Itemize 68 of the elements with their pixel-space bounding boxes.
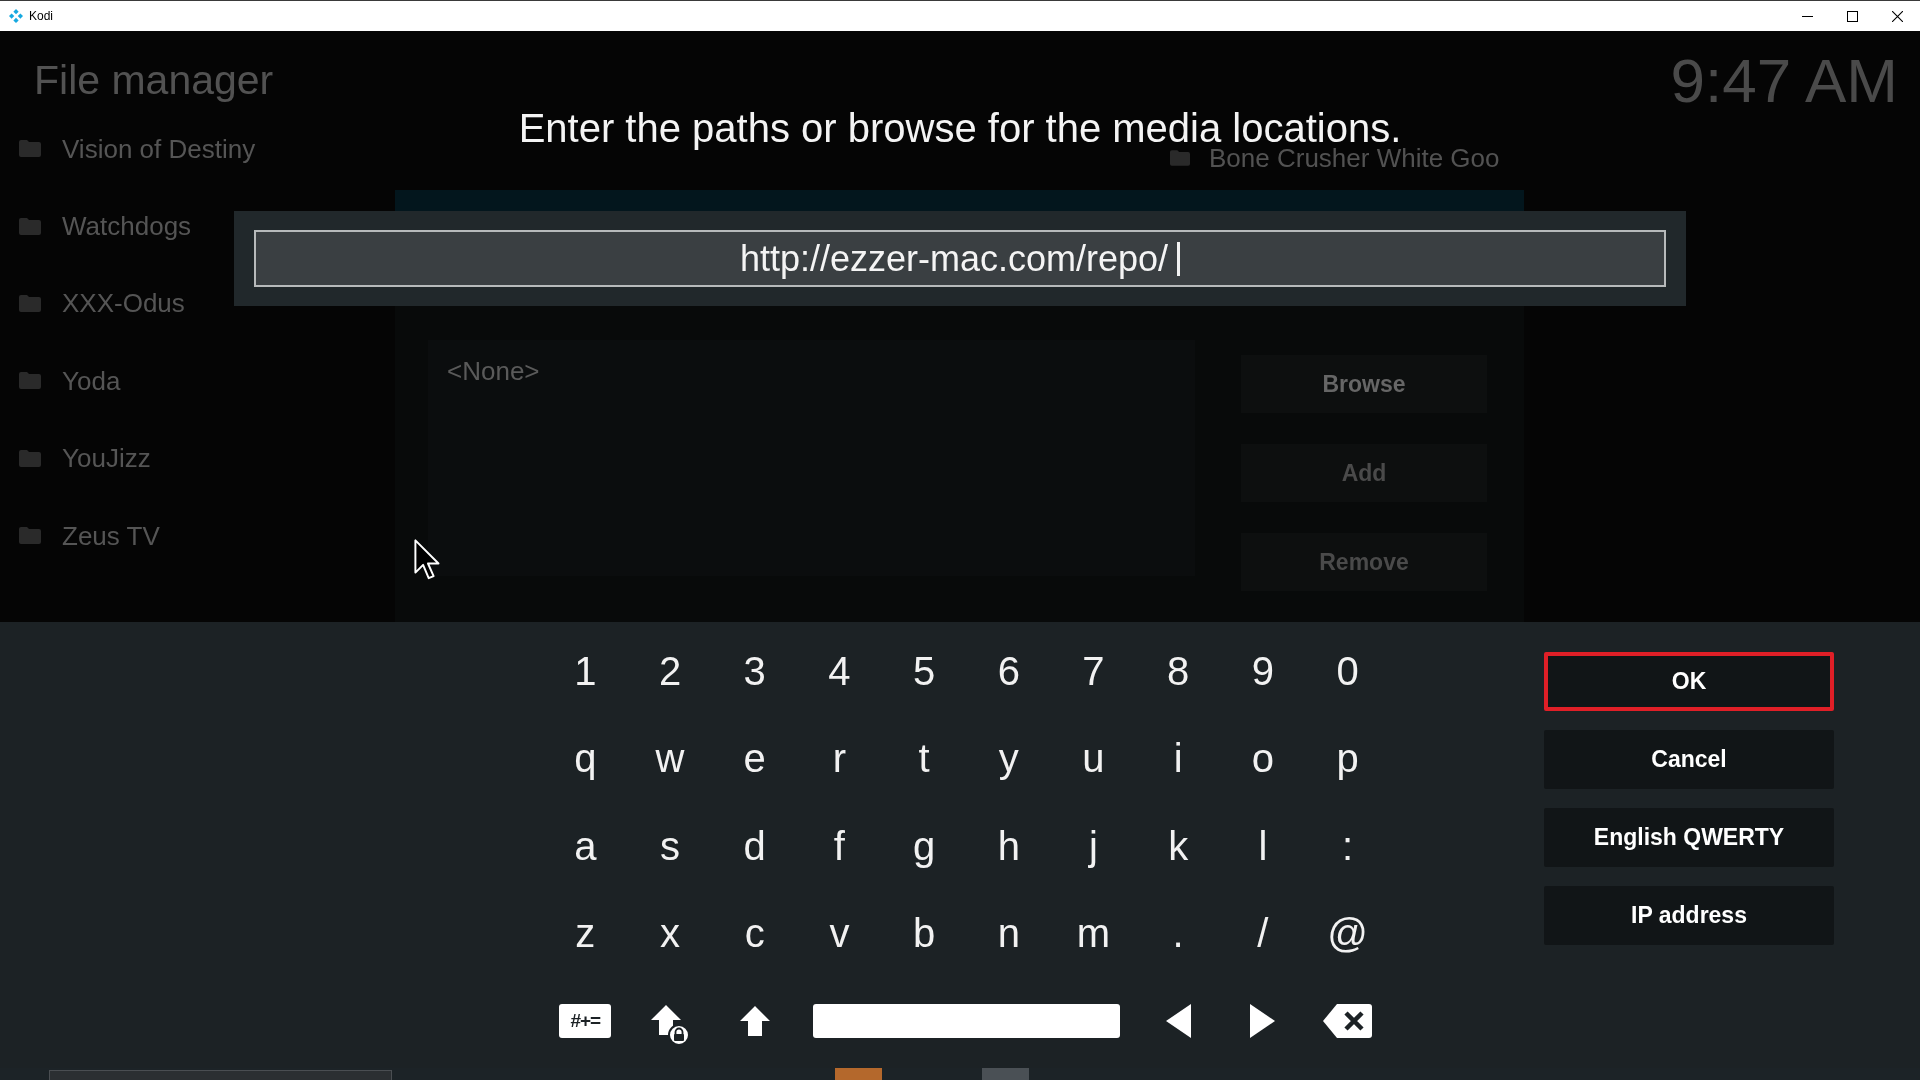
- space-key[interactable]: [812, 1003, 1120, 1038]
- keyboard-key[interactable]: :: [1320, 816, 1375, 875]
- keyboard-key[interactable]: 0: [1320, 641, 1375, 700]
- keyboard-key[interactable]: 2: [643, 641, 698, 700]
- keyboard-key[interactable]: 3: [727, 641, 782, 700]
- dialog-button[interactable]: IP address: [1544, 886, 1834, 945]
- keyboard-key[interactable]: v: [812, 904, 867, 963]
- keyboard-key[interactable]: 9: [1235, 641, 1290, 700]
- keyboard-key[interactable]: a: [558, 816, 613, 875]
- keyboard-key[interactable]: u: [1066, 729, 1121, 788]
- folder-icon: [19, 294, 41, 312]
- keyboard-key[interactable]: y: [981, 729, 1036, 788]
- keyboard-key[interactable]: e: [727, 729, 782, 788]
- folder-icon: [19, 527, 41, 545]
- keyboard-key[interactable]: p: [1320, 729, 1375, 788]
- dialog-button[interactable]: OK: [1544, 652, 1834, 711]
- text-cursor-icon: [1177, 241, 1181, 276]
- keyboard-key[interactable]: 8: [1151, 641, 1206, 700]
- keyboard-key[interactable]: 5: [897, 641, 952, 700]
- shift-icon[interactable]: [738, 1004, 771, 1037]
- backspace-icon[interactable]: [1323, 1003, 1373, 1038]
- url-input-field[interactable]: http://ezzer-mac.com/repo/: [254, 230, 1666, 287]
- keyboard-key[interactable]: z: [558, 904, 613, 963]
- maximize-icon[interactable]: [1847, 10, 1858, 22]
- folder-icon: [19, 372, 41, 390]
- diamond-logo-icon: [9, 9, 23, 23]
- folder-icon: [1170, 150, 1190, 166]
- folder-icon: [19, 140, 41, 158]
- keyboard-key[interactable]: @: [1320, 904, 1375, 963]
- keyboard-key[interactable]: 7: [1066, 641, 1121, 700]
- keyboard-key[interactable]: g: [897, 816, 952, 875]
- keyboard-key[interactable]: h: [981, 816, 1036, 875]
- keyboard-key[interactable]: /: [1235, 904, 1290, 963]
- left-arrow-icon[interactable]: [1165, 1003, 1191, 1038]
- keyboard-key[interactable]: 4: [812, 641, 867, 700]
- taskbar-search-field[interactable]: [49, 1070, 392, 1080]
- keyboard-key[interactable]: t: [897, 729, 952, 788]
- page-heading: File manager: [34, 56, 275, 104]
- keyboard-key[interactable]: 6: [981, 641, 1036, 700]
- right-arrow-icon[interactable]: [1250, 1003, 1276, 1038]
- keyboard-key[interactable]: i: [1151, 729, 1206, 788]
- mouse-pointer-icon: [414, 539, 442, 581]
- folder-icon: [19, 449, 41, 467]
- clock: 9:47 AM: [1670, 47, 1898, 115]
- close-icon[interactable]: [1892, 10, 1903, 22]
- keyboard-key[interactable]: 1: [558, 641, 613, 700]
- keyboard-key[interactable]: j: [1066, 816, 1121, 875]
- dialog-button[interactable]: English QWERTY: [1544, 808, 1834, 867]
- keyboard-key[interactable]: n: [981, 904, 1036, 963]
- window-title: Kodi: [29, 9, 54, 23]
- keyboard-key[interactable]: r: [812, 729, 867, 788]
- keyboard-key[interactable]: d: [727, 816, 782, 875]
- keyboard-key[interactable]: b: [897, 904, 952, 963]
- dialog-button[interactable]: Cancel: [1544, 730, 1834, 789]
- keyboard-key[interactable]: c: [727, 904, 782, 963]
- folder-icon: [19, 217, 41, 235]
- caps-lock-icon[interactable]: [650, 1003, 691, 1046]
- keyboard-key[interactable]: q: [558, 729, 613, 788]
- keyboard-key[interactable]: k: [1151, 816, 1206, 875]
- keyboard-key[interactable]: x: [643, 904, 698, 963]
- keyboard-key[interactable]: f: [812, 816, 867, 875]
- symbols-key[interactable]: #+=: [559, 1003, 612, 1038]
- keyboard-key[interactable]: w: [643, 729, 698, 788]
- keyboard-key[interactable]: .: [1151, 904, 1206, 963]
- keyboard-key[interactable]: m: [1066, 904, 1121, 963]
- keyboard-key[interactable]: l: [1235, 816, 1290, 875]
- keyboard-key[interactable]: s: [643, 816, 698, 875]
- keyboard-key[interactable]: o: [1235, 729, 1290, 788]
